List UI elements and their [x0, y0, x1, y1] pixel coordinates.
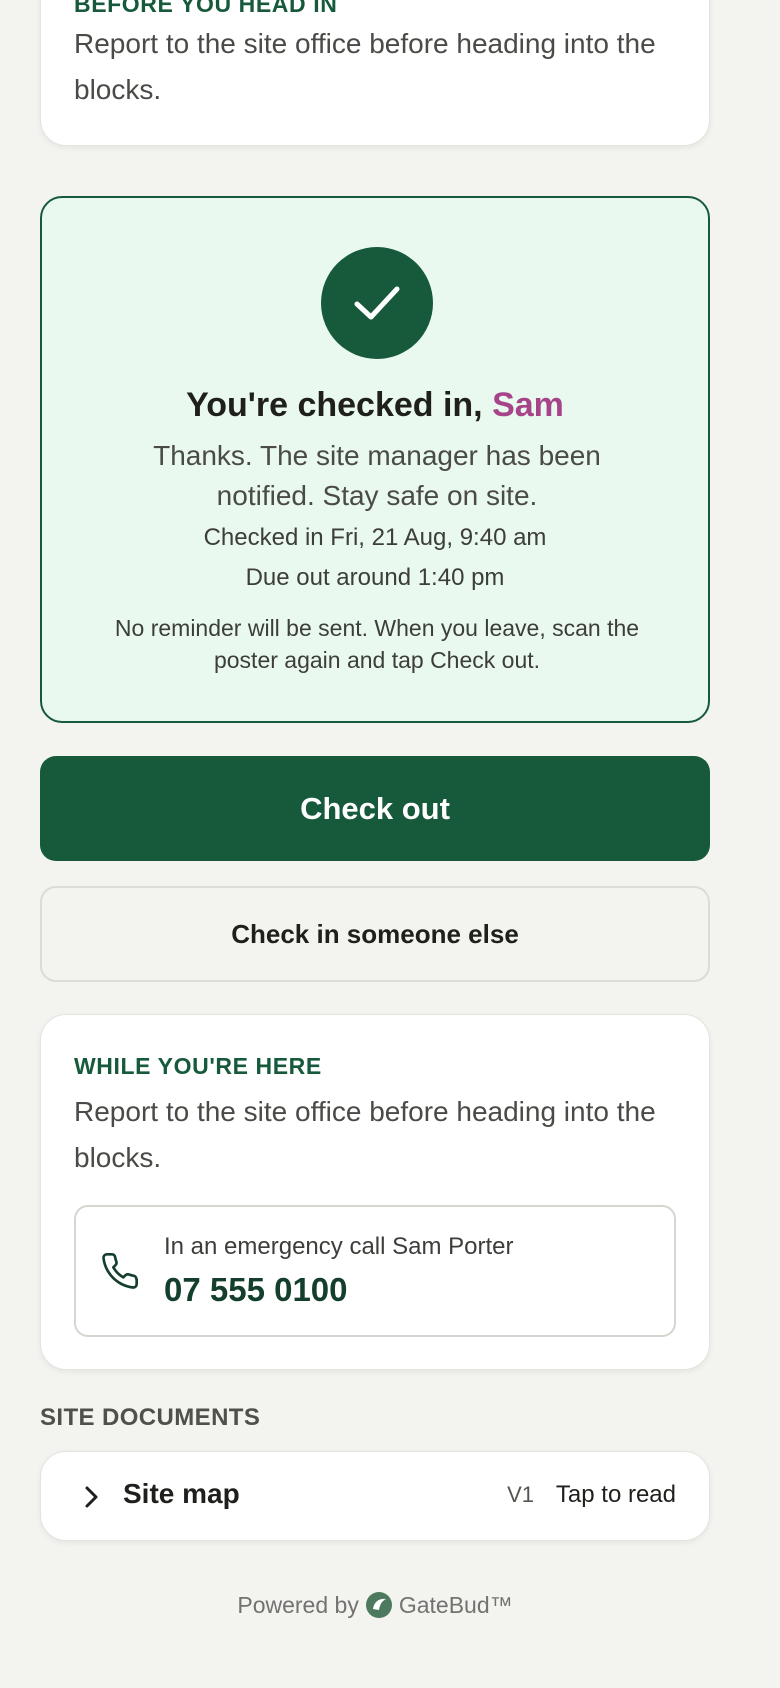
while-here-eyebrow: WHILE YOU'RE HERE	[74, 1053, 322, 1079]
document-version: V1	[507, 1482, 534, 1507]
check-icon	[321, 247, 433, 359]
document-read-link[interactable]: Tap to read	[556, 1481, 676, 1509]
emergency-label: In an emergency call Sam Porter	[164, 1233, 514, 1260]
powered-by: Powered by GateBud™	[0, 1591, 750, 1619]
phone-icon	[100, 1249, 140, 1298]
intro-card: BEFORE YOU HEAD IN Report to the site of…	[40, 0, 710, 146]
due-out-time: Due out around 1:40 pm	[245, 564, 505, 591]
emergency-number[interactable]: 07 555 0100	[164, 1271, 348, 1309]
check-out-button[interactable]: Check out	[40, 756, 710, 861]
visitor-name: Sam	[492, 386, 564, 424]
brand-name: GateBud™	[398, 1591, 513, 1618]
while-here-text: Report to the site office before heading…	[74, 1096, 656, 1173]
intro-eyebrow: BEFORE YOU HEAD IN	[74, 0, 338, 17]
check-in-someone-else-button[interactable]: Check in someone else	[40, 886, 710, 982]
emergency-contact[interactable]: In an emergency call Sam Porter 07 555 0…	[74, 1205, 676, 1337]
while-here-card: WHILE YOU'RE HERE Report to the site off…	[40, 1014, 710, 1370]
checkout-note: No reminder will be sent. When you leave…	[114, 615, 640, 673]
site-documents-heading: SITE DOCUMENTS	[40, 1404, 261, 1431]
intro-text: Report to the site office before heading…	[74, 28, 656, 105]
checked-in-title-prefix: You're checked in,	[186, 386, 493, 424]
check-in-page: BEFORE YOU HEAD IN Report to the site of…	[0, 0, 780, 1688]
chevron-right-icon	[81, 1485, 103, 1514]
checked-in-time: Checked in Fri, 21 Aug, 9:40 am	[203, 524, 547, 551]
powered-by-label: Powered by	[237, 1591, 359, 1618]
checked-in-message: Thanks. The site manager has been notifi…	[153, 440, 601, 511]
document-item-site-map[interactable]: Site map V1 Tap to read	[40, 1451, 710, 1541]
gatebud-logo-icon	[365, 1591, 393, 1619]
checked-in-confirmation: You're checked in, Sam Thanks. The site …	[40, 196, 710, 723]
checked-in-title: You're checked in, Sam	[42, 386, 708, 425]
document-title: Site map	[123, 1478, 240, 1509]
